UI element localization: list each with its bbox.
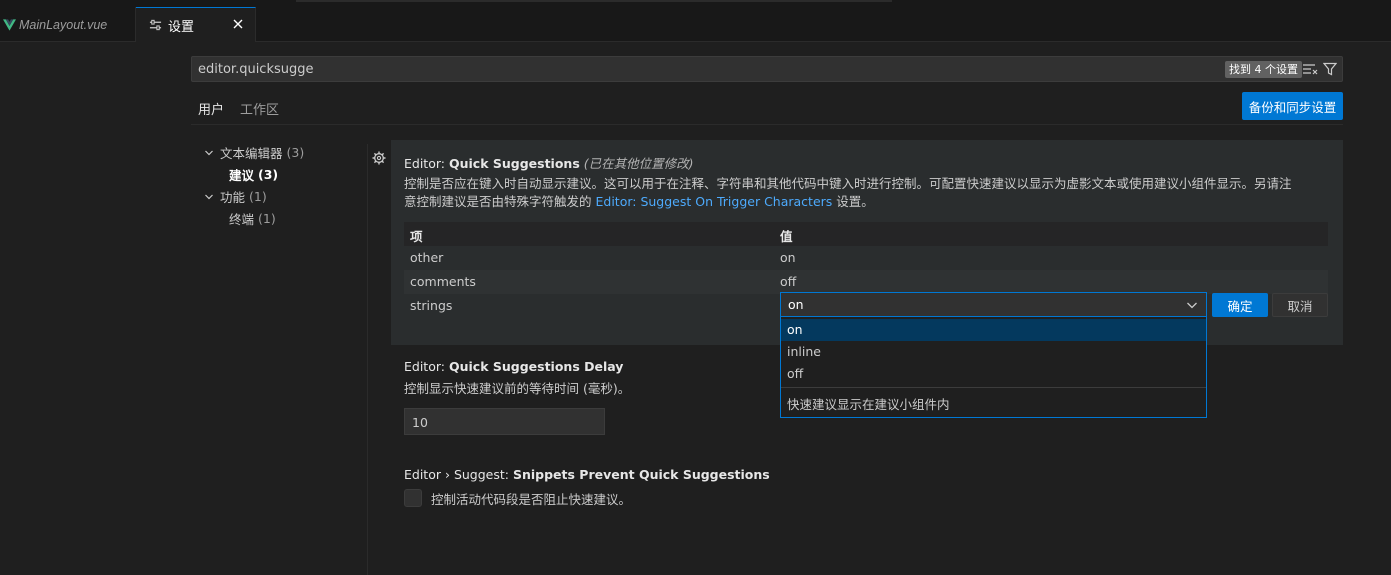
- toc-count: (3): [286, 145, 305, 160]
- toc-label: 功能: [220, 190, 246, 205]
- select-dropdown: on inline off 快速建议显示在建议小组件内: [780, 317, 1207, 418]
- option-description: 快速建议显示在建议小组件内: [787, 397, 950, 412]
- option-inline[interactable]: inline: [781, 341, 1206, 363]
- toc-count: (3): [258, 167, 279, 182]
- setting-name: Quick Suggestions Delay: [448, 359, 624, 374]
- toc-item-terminal[interactable]: 终端 (1): [229, 209, 276, 228]
- select-value: on: [788, 297, 804, 312]
- toc-label: 建议: [229, 168, 255, 183]
- row-value: on: [780, 250, 796, 265]
- toc-item-text-editor[interactable]: 文本编辑器 (3): [204, 143, 304, 162]
- scope-divider: [191, 124, 1343, 125]
- table-row[interactable]: other on: [404, 246, 1328, 270]
- setting-description: 控制是否应在键入时自动显示建议。这可以用于在注释、字符串和其他代码中键入时进行控…: [404, 175, 1292, 211]
- editor-tab-bar: MainLayout.vue 设置: [0, 7, 1391, 42]
- description-text: 意控制建议是否由特殊字符触发的: [404, 194, 596, 209]
- description-line: 控制是否应在键入时自动显示建议。这可以用于在注释、字符串和其他代码中键入时进行控…: [404, 176, 1292, 191]
- setting-category: Editor:: [404, 359, 449, 374]
- setting-name: Snippets Prevent Quick Suggestions: [512, 467, 770, 482]
- toc-item-features[interactable]: 功能 (1): [204, 187, 267, 206]
- tab-workspace-scope[interactable]: 工作区: [240, 99, 279, 118]
- setting-title: Editor: Quick Suggestions Delay: [404, 359, 623, 374]
- chevron-down-icon: [205, 194, 213, 199]
- filter-icon[interactable]: [1323, 62, 1337, 76]
- row-key: strings: [410, 298, 453, 313]
- toc-item-suggestions[interactable]: 建议 (3): [229, 165, 278, 184]
- search-value[interactable]: editor.quicksugge: [198, 62, 314, 77]
- header-value: 值: [780, 229, 793, 244]
- title-strip: [0, 0, 1391, 7]
- option-on[interactable]: on: [781, 319, 1206, 341]
- dropdown-divider: [781, 387, 1206, 388]
- suggest-on-trigger-link[interactable]: Editor: Suggest On Trigger Characters: [595, 194, 832, 209]
- quick-suggestions-delay-input[interactable]: 10: [404, 408, 605, 435]
- settings-search-input[interactable]: editor.quicksugge 找到 4 个设置: [191, 56, 1343, 82]
- title-strip-highlight: [296, 0, 892, 2]
- header-key: 项: [410, 229, 423, 244]
- clear-filter-icon[interactable]: [1302, 63, 1318, 75]
- settings-sliders-icon: [149, 19, 162, 31]
- gear-icon[interactable]: [372, 151, 386, 165]
- tab-mainlayout-label: MainLayout.vue: [19, 17, 108, 32]
- setting-title: Editor › Suggest: Snippets Prevent Quick…: [404, 467, 770, 482]
- vue-icon: [3, 18, 16, 31]
- close-icon[interactable]: [230, 16, 246, 32]
- modified-elsewhere-note[interactable]: (已在其他位置修改): [584, 156, 694, 171]
- checkbox-label: 控制活动代码段是否阻止快速建议。: [431, 492, 632, 507]
- toc-count: (1): [249, 189, 267, 204]
- option-off[interactable]: off: [781, 363, 1206, 385]
- search-result-count-badge: 找到 4 个设置: [1225, 61, 1302, 78]
- cancel-button[interactable]: 取消: [1272, 293, 1328, 317]
- tab-user-scope[interactable]: 用户: [191, 99, 233, 125]
- setting-name: Quick Suggestions: [448, 156, 580, 171]
- row-key: comments: [410, 274, 476, 289]
- description-text: 设置。: [832, 194, 874, 209]
- toc-count: (1): [258, 211, 276, 226]
- row-value: off: [780, 274, 797, 289]
- table-row[interactable]: comments off: [404, 270, 1328, 294]
- strings-value-select[interactable]: on: [780, 292, 1207, 317]
- tab-mainlayout[interactable]: MainLayout.vue: [0, 7, 136, 42]
- table-header: 项 值: [404, 222, 1328, 246]
- description-line: 意控制建议是否由特殊字符触发的 Editor: Suggest On Trigg…: [404, 193, 1292, 211]
- toc-label: 终端: [229, 212, 255, 227]
- tab-settings-label: 设置: [168, 19, 195, 35]
- toc-divider: [367, 144, 368, 575]
- setting-title: Editor: Quick Suggestions (已在其他位置修改): [404, 153, 694, 172]
- chevron-down-icon: [205, 150, 213, 155]
- setting-description: 控制显示快速建议前的等待时间 (毫秒)。: [404, 381, 631, 396]
- toc-label: 文本编辑器: [220, 146, 283, 161]
- ok-button[interactable]: 确定: [1212, 293, 1268, 317]
- row-key: other: [410, 250, 444, 265]
- backup-sync-button[interactable]: 备份和同步设置: [1242, 92, 1343, 120]
- chevron-down-icon: [1187, 302, 1197, 309]
- input-value: 10: [412, 415, 428, 430]
- snippets-prevent-checkbox[interactable]: [404, 489, 422, 507]
- setting-category: Editor › Suggest:: [404, 467, 513, 482]
- setting-category: Editor:: [404, 156, 449, 171]
- tab-settings[interactable]: 设置: [136, 7, 256, 42]
